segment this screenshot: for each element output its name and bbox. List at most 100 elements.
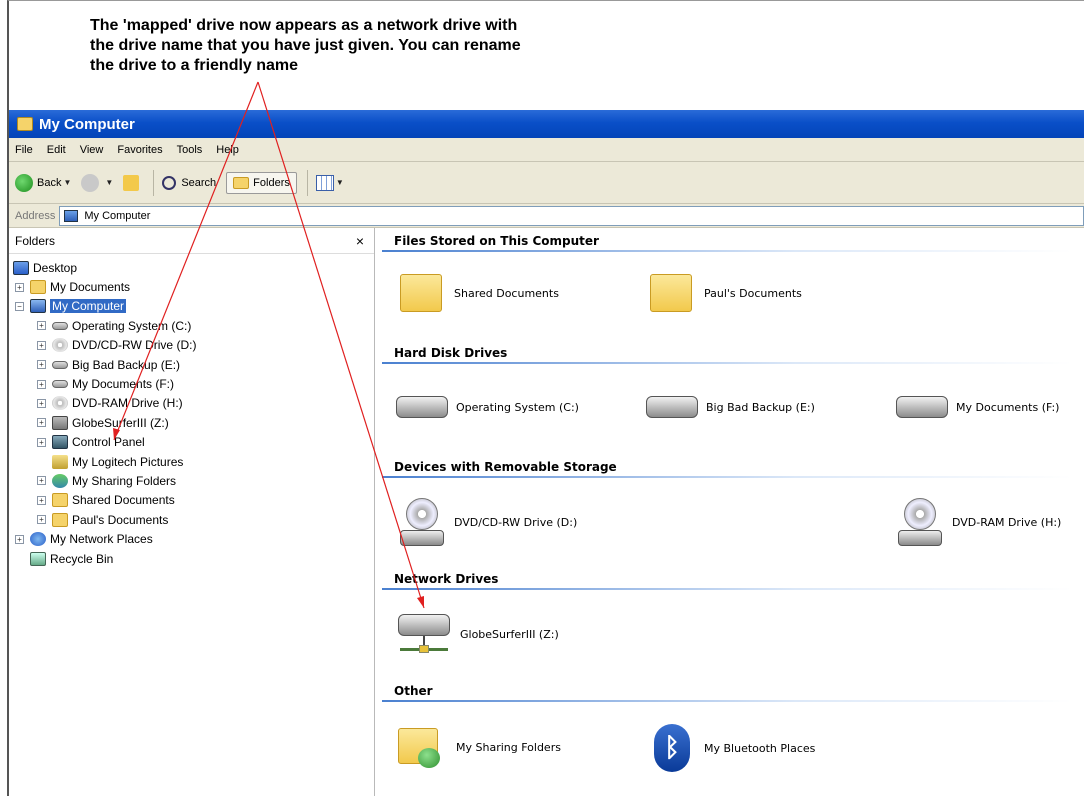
search-button[interactable]: Search	[162, 175, 216, 190]
views-button[interactable]: ▼	[315, 174, 344, 191]
expand-icon[interactable]: +	[37, 515, 46, 525]
folders-pane-header: Folders ×	[9, 228, 374, 254]
folders-pane-title: Folders	[15, 233, 56, 248]
item-label: My Bluetooth Places	[704, 741, 816, 755]
tree-item-drive-z[interactable]: + GlobeSurferIII (Z:)	[9, 413, 374, 432]
tree-label: My Documents (F:)	[72, 377, 175, 392]
group-title-network-drives: Network Drives	[394, 572, 499, 586]
collapse-icon[interactable]: −	[15, 301, 24, 311]
hard-disk-icon	[52, 360, 68, 369]
address-bar: Address My Computer	[9, 204, 1084, 228]
address-field[interactable]: My Computer	[59, 205, 1084, 226]
tree-item-logitech-pictures[interactable]: My Logitech Pictures	[9, 452, 374, 471]
tree-item-desktop[interactable]: Desktop	[9, 258, 374, 277]
expand-icon[interactable]: +	[37, 321, 46, 331]
tree-item-recycle-bin[interactable]: Recycle Bin	[9, 549, 374, 568]
menu-file[interactable]: File	[15, 144, 33, 156]
folder-up-icon	[123, 174, 140, 191]
tree-item-shared-documents[interactable]: + Shared Documents	[9, 491, 374, 510]
expand-icon[interactable]: +	[37, 437, 46, 447]
tree-item-drive-e[interactable]: + Big Bad Backup (E:)	[9, 355, 374, 374]
menu-tools[interactable]: Tools	[177, 144, 203, 156]
address-value: My Computer	[84, 209, 151, 222]
control-panel-icon	[52, 435, 68, 450]
hard-disk-icon	[646, 396, 698, 418]
close-icon[interactable]: ×	[356, 233, 364, 249]
tree-item-sharing-folders[interactable]: + My Sharing Folders	[9, 471, 374, 490]
toolbar-separator	[306, 169, 308, 196]
my-computer-icon	[64, 209, 79, 222]
forward-button[interactable]: ▼	[81, 173, 113, 192]
title-bar[interactable]: My Computer	[9, 110, 1084, 138]
hard-disk-icon	[52, 321, 68, 330]
group-title-other: Other	[394, 684, 433, 698]
item-label: GlobeSurferIII (Z:)	[460, 627, 559, 641]
tree-item-my-documents[interactable]: + My Documents	[9, 277, 374, 296]
folder-icon	[52, 512, 68, 527]
expand-icon[interactable]: +	[15, 534, 24, 544]
menu-view[interactable]: View	[80, 144, 104, 156]
chevron-down-icon[interactable]: ▼	[63, 178, 71, 187]
item-drive-d[interactable]: DVD/CD-RW Drive (D:)	[400, 498, 577, 546]
tree-label: GlobeSurferIII (Z:)	[72, 415, 169, 430]
my-computer-icon	[30, 299, 46, 314]
tree-label: My Documents	[50, 280, 131, 295]
group-title-files-stored: Files Stored on This Computer	[394, 234, 599, 248]
item-drive-h[interactable]: DVD-RAM Drive (H:)	[898, 498, 1061, 546]
back-arrow-icon	[15, 173, 33, 192]
network-places-icon	[30, 532, 46, 547]
expand-icon[interactable]: +	[37, 379, 46, 389]
up-button[interactable]	[123, 174, 143, 191]
back-label: Back	[37, 176, 62, 189]
chevron-down-icon[interactable]: ▼	[336, 178, 344, 187]
menu-edit[interactable]: Edit	[47, 144, 66, 156]
tree-item-control-panel[interactable]: + Control Panel	[9, 433, 374, 452]
item-label: Big Bad Backup (E:)	[706, 400, 815, 414]
item-bluetooth-places[interactable]: ᛒ My Bluetooth Places	[650, 724, 815, 772]
forward-arrow-icon	[81, 173, 100, 192]
hard-disk-icon	[52, 380, 68, 389]
menu-help[interactable]: Help	[216, 144, 239, 156]
annotation-line: the drive name that you have just given.…	[90, 37, 521, 54]
expand-icon[interactable]: +	[37, 476, 46, 486]
expand-icon[interactable]: +	[15, 282, 24, 292]
cd-drive-icon	[898, 498, 942, 546]
item-drive-z[interactable]: GlobeSurferIII (Z:)	[396, 610, 559, 658]
expand-icon[interactable]: +	[37, 418, 46, 428]
item-drive-c[interactable]: Operating System (C:)	[396, 396, 579, 418]
expand-icon[interactable]: +	[37, 398, 46, 408]
item-pauls-documents[interactable]: Paul's Documents	[650, 274, 802, 312]
item-shared-documents[interactable]: Shared Documents	[400, 274, 559, 312]
folder-icon	[233, 176, 250, 189]
tree-item-drive-f[interactable]: + My Documents (F:)	[9, 374, 374, 393]
group-divider	[382, 362, 1072, 364]
expand-icon[interactable]: +	[37, 360, 46, 370]
group-title-removable-storage: Devices with Removable Storage	[394, 460, 617, 474]
tree-item-drive-h[interactable]: + DVD-RAM Drive (H:)	[9, 394, 374, 413]
tree-label: Operating System (C:)	[72, 318, 192, 333]
back-button[interactable]: Back ▼	[15, 173, 71, 192]
folder-icon	[650, 274, 692, 312]
tree-label: My Logitech Pictures	[72, 454, 184, 469]
item-drive-e[interactable]: Big Bad Backup (E:)	[646, 396, 815, 418]
tree-item-pauls-documents[interactable]: + Paul's Documents	[9, 510, 374, 529]
item-sharing-folders[interactable]: My Sharing Folders	[398, 724, 561, 770]
expand-icon[interactable]: +	[37, 495, 46, 505]
tree-item-my-computer[interactable]: − My Computer	[9, 297, 374, 316]
chevron-down-icon[interactable]: ▼	[105, 178, 113, 187]
tree-item-drive-d[interactable]: + DVD/CD-RW Drive (D:)	[9, 336, 374, 355]
views-icon	[315, 174, 334, 191]
menu-bar: File Edit View Favorites Tools Help	[9, 138, 1084, 162]
group-divider	[382, 700, 1072, 702]
cd-drive-icon	[52, 396, 68, 411]
tree-item-network-places[interactable]: + My Network Places	[9, 529, 374, 548]
tree-item-drive-c[interactable]: + Operating System (C:)	[9, 316, 374, 335]
folders-button[interactable]: Folders	[226, 171, 297, 194]
item-drive-f[interactable]: My Documents (F:)	[896, 396, 1059, 418]
menu-favorites[interactable]: Favorites	[117, 144, 162, 156]
expand-icon[interactable]: +	[37, 340, 46, 350]
tree-label: Big Bad Backup (E:)	[72, 357, 181, 372]
window-title: My Computer	[39, 115, 135, 133]
hard-disk-icon	[896, 396, 948, 418]
toolbar-separator	[153, 169, 155, 196]
